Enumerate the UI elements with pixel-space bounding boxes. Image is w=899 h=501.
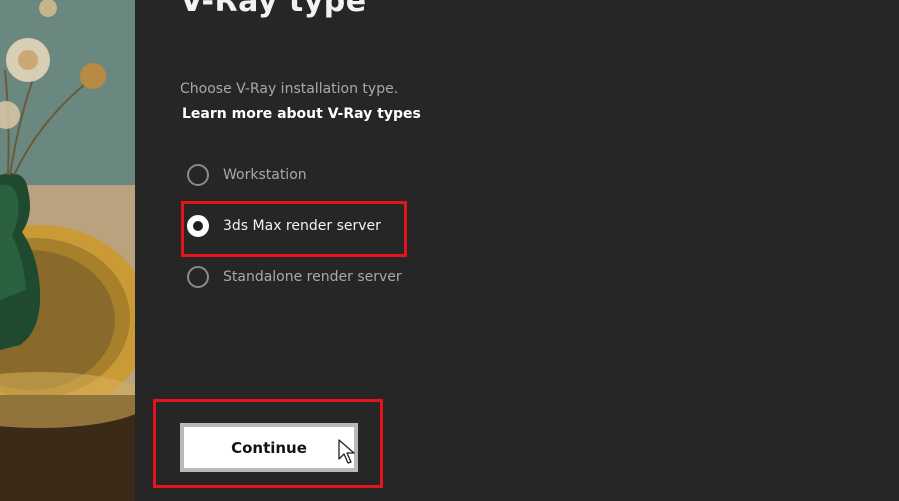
option-label: Workstation	[223, 167, 307, 183]
vase-flowers-illustration	[0, 0, 135, 501]
option-workstation[interactable]: Workstation	[187, 160, 427, 190]
learn-more-link[interactable]: Learn more about V-Ray types	[182, 106, 421, 122]
page-title: V-Ray type	[180, 0, 367, 19]
instructions-text: Choose V-Ray installation type.	[180, 81, 399, 97]
radio-button-icon[interactable]	[187, 164, 209, 186]
option-label: Standalone render server	[223, 269, 402, 285]
decorative-photo	[0, 0, 135, 501]
radio-button-icon[interactable]	[187, 266, 209, 288]
option-label: 3ds Max render server	[223, 218, 381, 234]
option-3ds-max-render-server[interactable]: 3ds Max render server	[187, 211, 427, 241]
installer-window: V-Ray type Choose V-Ray installation typ…	[0, 0, 899, 501]
installer-panel: V-Ray type Choose V-Ray installation typ…	[135, 0, 899, 501]
option-standalone-render-server[interactable]: Standalone render server	[187, 262, 427, 292]
radio-button-selected-icon[interactable]	[187, 215, 209, 237]
continue-button[interactable]: Continue	[180, 423, 358, 472]
